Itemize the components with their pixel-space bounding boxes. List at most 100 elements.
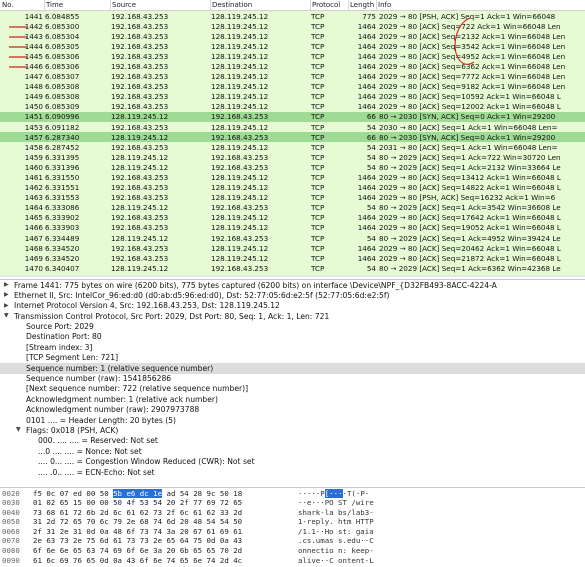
collapse-arrow-icon[interactable]: ▶: [4, 302, 9, 309]
packet-proto-cell: TCP: [311, 41, 325, 51]
packet-row[interactable]: 1448 6.085308 192.168.43.253 128.119.245.12…: [0, 81, 585, 92]
detail-row[interactable]: [Next sequence number: 722 (relative seq…: [0, 384, 585, 394]
packet-row[interactable]: 1447 6.085307 192.168.43.253 128.119.245.12…: [0, 71, 585, 82]
hex-bytes-part: 61 6c 69 76 65 0d 0a 43 6f 6e 74 65 6e 7…: [33, 555, 243, 565]
packet-proto-cell: TCP: [311, 243, 325, 253]
packet-bytes-pane[interactable]: 0020 f5 0c 07 ed 00 50 5b e6 dc 1e ad 54 …: [0, 487, 585, 567]
expand-arrow-icon[interactable]: ▼: [16, 426, 21, 433]
packet-row[interactable]: 1451 6.090996 128.119.245.12 192.168.43.253…: [0, 111, 585, 123]
packet-row[interactable]: 1443 6.085304 192.168.43.253 128.119.245.12…: [0, 31, 585, 42]
hex-row[interactable]: 0090 61 6c 69 76 65 0d 0a 43 6f 6e 74 65 …: [0, 555, 585, 565]
col-protocol-header[interactable]: Protocol: [312, 1, 340, 9]
hex-row[interactable]: 0070 2e 63 73 2e 75 6d 61 73 73 2e 65 64 …: [0, 536, 585, 546]
hex-row[interactable]: 0080 6f 6e 6e 65 63 74 69 6f 6e 3a 20 6b …: [0, 546, 585, 556]
col-info-header[interactable]: Info: [378, 1, 391, 9]
packet-len-cell: 1464: [357, 183, 376, 193]
hex-bytes: 31 2d 72 65 70 6c 79 2e 68 74 6d 20 48 5…: [33, 517, 242, 526]
detail-row[interactable]: [Stream index: 3]: [0, 342, 585, 352]
collapse-arrow-icon[interactable]: ▶: [4, 281, 9, 288]
expand-arrow-icon[interactable]: ▼: [4, 312, 9, 319]
packet-proto-cell: TCP: [311, 112, 325, 122]
detail-row[interactable]: ...0 .... .... = Nonce: Not set: [0, 446, 585, 456]
hex-row[interactable]: 0020 f5 0c 07 ed 00 50 5b e6 dc 1e ad 54 …: [0, 488, 585, 498]
detail-row[interactable]: Source Port: 2029: [0, 322, 585, 332]
detail-row[interactable]: Sequence number (raw): 1541856286: [0, 374, 585, 384]
packet-len-cell: 1464: [357, 102, 376, 112]
packet-dst-cell: 128.119.245.12: [211, 122, 269, 132]
packet-no-cell: 1460: [24, 162, 43, 172]
packet-row[interactable]: 1441 6.084855 192.168.43.253 128.119.245.12…: [0, 11, 585, 22]
packet-row[interactable]: 1464 6.333086 128.119.245.12 192.168.43.253…: [0, 202, 585, 213]
packet-row[interactable]: 1463 6.331553 192.168.43.253 128.119.245.12…: [0, 192, 585, 203]
packet-row[interactable]: 1458 6.287452 192.168.43.253 128.119.245.12…: [0, 142, 585, 153]
packet-row[interactable]: 1468 6.334520 192.168.43.253 128.119.245.12…: [0, 243, 585, 254]
detail-row[interactable]: ▶ Internet Protocol Version 4, Src: 192.1…: [0, 301, 585, 311]
hex-row[interactable]: 0060 2f 31 2e 31 0d 0a 48 6f 73 74 3a 20 …: [0, 526, 585, 536]
detail-row[interactable]: 000. .... .... = Reserved: Not set: [0, 436, 585, 446]
detail-row[interactable]: Acknowledgment number (raw): 2907973788: [0, 405, 585, 415]
packet-row[interactable]: 1465 6.333902 192.168.43.253 128.119.245.12…: [0, 212, 585, 223]
packet-proto-cell: TCP: [311, 152, 325, 162]
detail-text: Transmission Control Protocol, Src Port:…: [14, 311, 330, 321]
packet-row[interactable]: 1459 6.331395 128.119.245.12 192.168.43.253…: [0, 152, 585, 163]
col-no-header[interactable]: No.: [2, 1, 14, 9]
detail-text: Destination Port: 80: [26, 332, 102, 342]
packet-row[interactable]: 1453 6.091182 192.168.43.253 128.119.245.12…: [0, 122, 585, 133]
detail-row[interactable]: 0101 .... = Header Length: 20 bytes (5): [0, 415, 585, 425]
packet-len-cell: 775: [362, 11, 376, 21]
packet-row[interactable]: 1442 6.085300 192.168.43.253 128.119.245.12…: [0, 21, 585, 32]
hex-bytes-part: 2e 63 73 2e 75 6d 61 73 73 2e 65 64 75 0…: [33, 536, 243, 546]
col-source-header[interactable]: Source: [112, 1, 136, 9]
detail-row[interactable]: Acknowledgment number: 1 (relative ack n…: [0, 394, 585, 404]
packet-no-cell: 1468: [24, 243, 43, 253]
packet-list-pane[interactable]: No. Time Source Destination Protocol Len…: [0, 0, 585, 277]
detail-row[interactable]: [TCP Segment Len: 721]: [0, 353, 585, 363]
col-length-header[interactable]: Length: [350, 1, 374, 9]
detail-row-selected[interactable]: Sequence number: 1 (relative sequence nu…: [0, 363, 585, 374]
col-destination-header[interactable]: Destination: [212, 1, 252, 9]
detail-row[interactable]: ▶ Ethernet II, Src: IntelCor_96:ed:d0 (d0…: [0, 290, 585, 300]
col-time-header[interactable]: Time: [46, 1, 63, 9]
packet-time-cell: 6.085308: [45, 92, 80, 102]
packet-no-cell: 1463: [24, 193, 43, 203]
collapse-arrow-icon[interactable]: ▶: [4, 291, 9, 298]
hex-bytes-part: 73 68 61 72 6b 2d 6c 61 62 73 2f 6c 61 6…: [33, 507, 243, 517]
detail-row[interactable]: .... 0... .... = Congestion Window Reduc…: [0, 457, 585, 467]
packet-row[interactable]: 1469 6.334520 192.168.43.253 128.119.245.12…: [0, 253, 585, 264]
packet-row[interactable]: 1445 6.085306 192.168.43.253 128.119.245.12…: [0, 51, 585, 62]
packet-time-cell: 6.340407: [45, 263, 80, 273]
packet-proto-cell: TCP: [311, 193, 325, 203]
detail-row[interactable]: ▼ Transmission Control Protocol, Src Port…: [0, 311, 585, 321]
packet-dst-cell: 128.119.245.12: [211, 243, 269, 253]
packet-row[interactable]: 1467 6.334489 128.119.245.12 192.168.43.253…: [0, 233, 585, 244]
packet-details-pane[interactable]: ▶ Frame 1441: 775 bytes on wire (6200 bit…: [0, 279, 585, 484]
packet-row[interactable]: 1444 6.085305 192.168.43.253 128.119.245.12…: [0, 41, 585, 52]
detail-row[interactable]: ▶ Frame 1441: 775 bytes on wire (6200 bit…: [0, 280, 585, 290]
detail-row[interactable]: Destination Port: 80: [0, 332, 585, 342]
packet-proto-cell: TCP: [311, 233, 325, 243]
detail-row[interactable]: ▼ Flags: 0x018 (PSH, ACK): [0, 425, 585, 435]
packet-list-scrollbar[interactable]: [0, 275, 585, 277]
hex-offset: 0040: [2, 507, 20, 517]
packet-row[interactable]: 1457 6.287340 128.119.245.12 192.168.43.253…: [0, 132, 585, 143]
packet-row[interactable]: 1446 6.085306 192.168.43.253 128.119.245.12…: [0, 61, 585, 72]
packet-row[interactable]: 1449 6.085308 192.168.43.253 128.119.245.12…: [0, 91, 585, 102]
hex-bytes: f5 0c 07 ed 00 50 5b e6 dc 1e ad 54 28 9…: [33, 488, 242, 498]
packet-time-cell: 6.085306: [45, 51, 80, 61]
packet-row[interactable]: 1466 6.333903 192.168.43.253 128.119.245.12…: [0, 222, 585, 234]
packet-row[interactable]: 1461 6.331550 192.168.43.253 128.119.245.12…: [0, 172, 585, 183]
packet-row[interactable]: 1450 6.085309 192.168.43.253 128.119.245.12…: [0, 101, 585, 112]
hex-row[interactable]: 0030 01 02 65 15 00 00 50 4f 53 54 20 2f …: [0, 498, 585, 508]
packet-time-cell: 6.331396: [45, 162, 80, 172]
packet-time-cell: 6.287452: [45, 142, 80, 152]
packet-no-cell: 1469: [24, 253, 43, 263]
hex-row[interactable]: 0050 31 2d 72 65 70 6c 79 2e 68 74 6d 20 …: [0, 517, 585, 527]
hex-ascii-part: onnectio n: keep-: [298, 546, 374, 556]
detail-row[interactable]: .... .0.. .... = ECN-Echo: Not set: [0, 467, 585, 477]
packet-no-cell: 1443: [24, 31, 43, 41]
packet-dst-cell: 192.168.43.253: [211, 162, 269, 172]
hex-row[interactable]: 0040 73 68 61 72 6b 2d 6c 61 62 73 2f 6c …: [0, 507, 585, 517]
packet-row[interactable]: 1470 6.340407 128.119.245.12 192.168.43.253…: [0, 263, 585, 274]
packet-row[interactable]: 1462 6.331551 192.168.43.253 128.119.245.12…: [0, 182, 585, 193]
packet-row[interactable]: 1460 6.331396 128.119.245.12 192.168.43.253…: [0, 162, 585, 173]
